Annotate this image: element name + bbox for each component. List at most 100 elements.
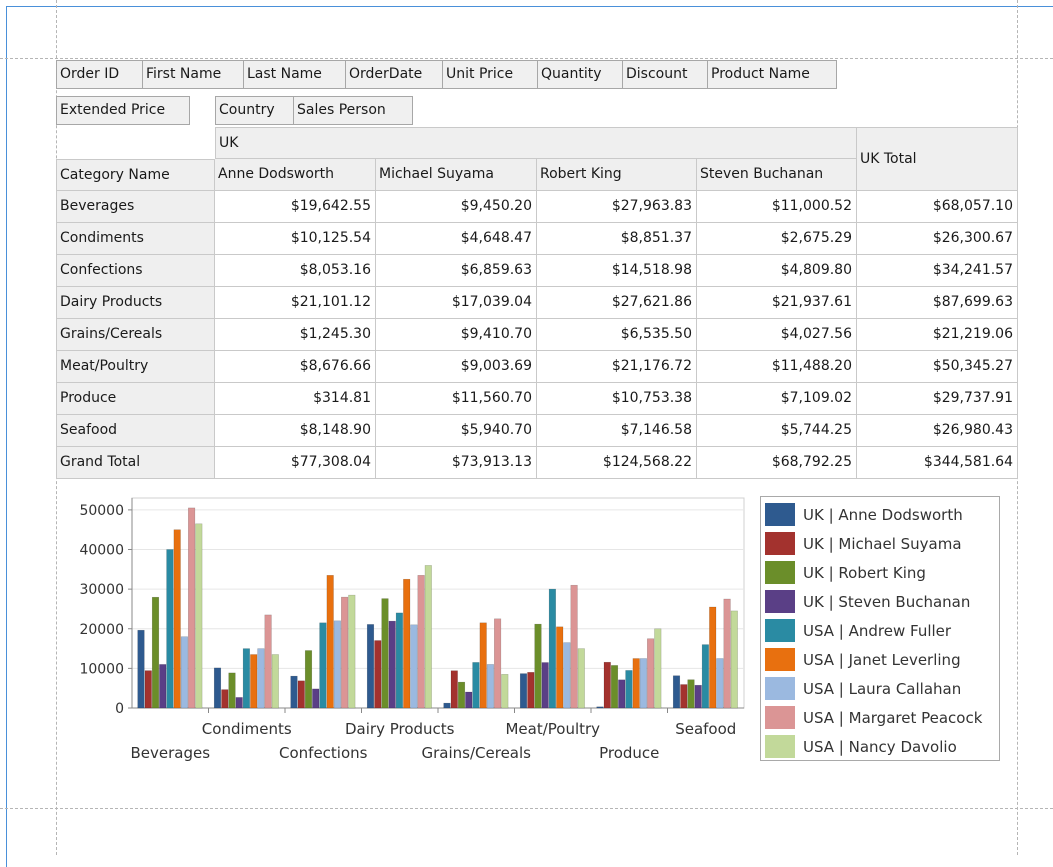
bar <box>472 662 480 709</box>
x-tick-label: Produce <box>599 744 659 762</box>
bar <box>137 629 145 709</box>
bar <box>527 672 535 709</box>
field-order-date[interactable]: OrderDate <box>345 60 443 89</box>
data-cell[interactable]: $8,053.16 <box>215 255 376 287</box>
data-cell[interactable]: $21,101.12 <box>215 287 376 319</box>
field-discount[interactable]: Discount <box>622 60 708 89</box>
column-header-steven-buchanan[interactable]: Steven Buchanan <box>697 159 857 191</box>
row-header[interactable]: Confections <box>56 255 215 287</box>
row-header[interactable]: Produce <box>56 383 215 415</box>
field-extended-price[interactable]: Extended Price <box>56 96 190 125</box>
field-product-name[interactable]: Product Name <box>707 60 837 89</box>
row-header[interactable]: Condiments <box>56 223 215 255</box>
data-cell[interactable]: $27,963.83 <box>537 191 697 223</box>
data-cell[interactable]: $8,148.90 <box>215 415 376 447</box>
data-cell[interactable]: $5,940.70 <box>376 415 537 447</box>
row-total-cell[interactable]: $68,057.10 <box>857 191 1018 223</box>
data-cell[interactable]: $9,450.20 <box>376 191 537 223</box>
chart-svg: 0 10000 20000 30000 40000 50000 Beverages Condi… <box>79 497 745 762</box>
column-group-header[interactable]: UK <box>215 127 857 159</box>
data-cell[interactable]: $124,568.22 <box>537 447 697 479</box>
bar <box>304 650 313 709</box>
field-first-name[interactable]: First Name <box>142 60 244 89</box>
column-total-header[interactable]: UK Total <box>857 127 1018 191</box>
data-cell[interactable]: $73,913.13 <box>376 447 537 479</box>
row-total-cell[interactable]: $87,699.63 <box>857 287 1018 319</box>
data-cell[interactable]: $19,642.55 <box>215 191 376 223</box>
bar <box>443 702 451 709</box>
field-sales-person[interactable]: Sales Person <box>293 96 413 125</box>
data-cell[interactable]: $1,245.30 <box>215 319 376 351</box>
bar <box>213 667 222 709</box>
legend-label: USA | Laura Callahan <box>803 679 962 698</box>
data-cell[interactable]: $9,003.69 <box>376 351 537 383</box>
bar <box>333 620 341 709</box>
data-cell[interactable]: $17,039.04 <box>376 287 537 319</box>
field-last-name[interactable]: Last Name <box>243 60 346 89</box>
column-header-michael-suyama[interactable]: Michael Suyama <box>376 159 537 191</box>
data-cell[interactable]: $5,744.25 <box>697 415 857 447</box>
data-cell[interactable]: $10,125.54 <box>215 223 376 255</box>
y-tick-label: 30000 <box>79 582 124 598</box>
data-cell[interactable]: $6,535.50 <box>537 319 697 351</box>
data-cell[interactable]: $4,648.47 <box>376 223 537 255</box>
field-unit-price[interactable]: Unit Price <box>442 60 538 89</box>
data-cell[interactable]: $314.81 <box>215 383 376 415</box>
bar <box>570 584 578 709</box>
bar <box>264 614 272 709</box>
bar <box>388 620 396 709</box>
data-cell[interactable]: $27,621.86 <box>537 287 697 319</box>
data-cell[interactable]: $2,675.29 <box>697 223 857 255</box>
x-tick-label: Condiments <box>202 720 292 738</box>
row-header[interactable]: Meat/Poultry <box>56 351 215 383</box>
field-country[interactable]: Country <box>215 96 294 125</box>
data-cell[interactable]: $21,176.72 <box>537 351 697 383</box>
row-header[interactable]: Grand Total <box>56 447 215 479</box>
data-cell[interactable]: $4,809.80 <box>697 255 857 287</box>
bar <box>534 623 542 709</box>
column-header-robert-king[interactable]: Robert King <box>537 159 697 191</box>
bar <box>228 672 236 709</box>
bar <box>479 622 487 709</box>
data-cell[interactable]: $77,308.04 <box>215 447 376 479</box>
row-total-cell[interactable]: $26,300.67 <box>857 223 1018 255</box>
data-cell[interactable]: $6,859.63 <box>376 255 537 287</box>
data-cell[interactable]: $7,146.58 <box>537 415 697 447</box>
bar <box>381 598 389 709</box>
legend-label: USA | Janet Leverling <box>803 650 961 669</box>
legend-swatch <box>765 648 795 671</box>
data-cell[interactable]: $21,937.61 <box>697 287 857 319</box>
row-header[interactable]: Beverages <box>56 191 215 223</box>
column-header-anne-dodsworth[interactable]: Anne Dodsworth <box>215 159 376 191</box>
data-cell[interactable]: $10,753.38 <box>537 383 697 415</box>
row-header[interactable]: Grains/Cereals <box>56 319 215 351</box>
data-cell[interactable]: $7,109.02 <box>697 383 857 415</box>
field-quantity[interactable]: Quantity <box>537 60 623 89</box>
row-total-cell[interactable]: $29,737.91 <box>857 383 1018 415</box>
bar <box>144 670 152 709</box>
data-cell[interactable]: $4,027.56 <box>697 319 857 351</box>
field-order-id[interactable]: Order ID <box>56 60 143 89</box>
row-total-cell[interactable]: $344,581.64 <box>857 447 1018 479</box>
data-cell[interactable]: $14,518.98 <box>537 255 697 287</box>
data-cell[interactable]: $68,792.25 <box>697 447 857 479</box>
bar <box>326 575 334 709</box>
row-total-cell[interactable]: $50,345.27 <box>857 351 1018 383</box>
bar <box>465 691 473 709</box>
row-total-cell[interactable]: $34,241.57 <box>857 255 1018 287</box>
data-cell[interactable]: $11,488.20 <box>697 351 857 383</box>
bar <box>159 664 167 709</box>
data-cell[interactable]: $11,000.52 <box>697 191 857 223</box>
row-header[interactable]: Seafood <box>56 415 215 447</box>
row-total-cell[interactable]: $21,219.06 <box>857 319 1018 351</box>
row-header[interactable]: Dairy Products <box>56 287 215 319</box>
data-cell[interactable]: $8,851.37 <box>537 223 697 255</box>
bar <box>618 679 626 709</box>
legend-item: UK | Robert King <box>761 558 999 587</box>
row-total-cell[interactable]: $26,980.43 <box>857 415 1018 447</box>
bar <box>486 664 494 709</box>
data-cell[interactable]: $9,410.70 <box>376 319 537 351</box>
data-cell[interactable]: $8,676.66 <box>215 351 376 383</box>
data-cell[interactable]: $11,560.70 <box>376 383 537 415</box>
row-field-header[interactable]: Category Name <box>56 159 215 191</box>
